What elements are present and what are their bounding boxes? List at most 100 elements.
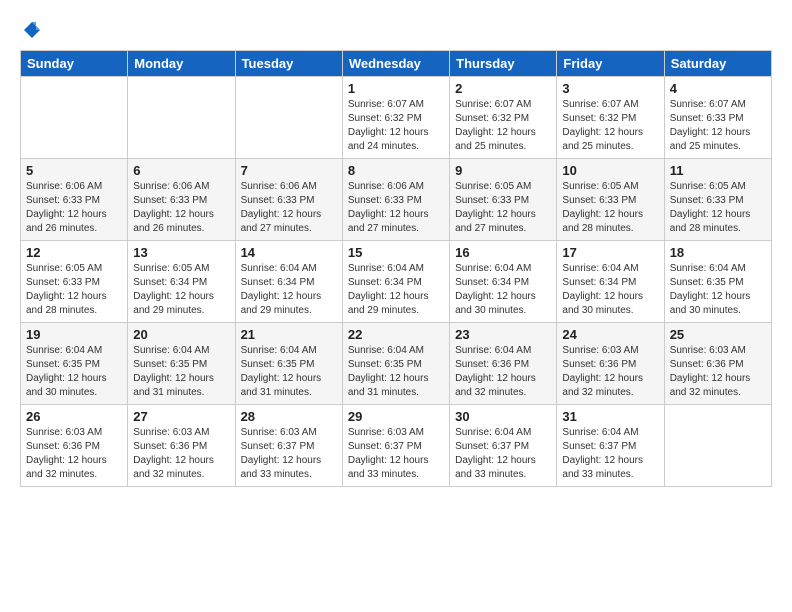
calendar-cell: 2 Sunrise: 6:07 AM Sunset: 6:32 PM Daylig… bbox=[450, 77, 557, 159]
day-info: Sunrise: 6:04 AM Sunset: 6:36 PM Dayligh… bbox=[455, 344, 551, 400]
calendar-header-monday: Monday bbox=[128, 51, 235, 77]
day-number: 19 bbox=[26, 327, 122, 342]
calendar-header-thursday: Thursday bbox=[450, 51, 557, 77]
day-number: 6 bbox=[133, 163, 229, 178]
day-info: Sunrise: 6:04 AM Sunset: 6:34 PM Dayligh… bbox=[241, 262, 337, 318]
day-info: Sunrise: 6:04 AM Sunset: 6:35 PM Dayligh… bbox=[241, 344, 337, 400]
calendar-cell: 27 Sunrise: 6:03 AM Sunset: 6:36 PM Dayli… bbox=[128, 405, 235, 487]
calendar-cell: 11 Sunrise: 6:05 AM Sunset: 6:33 PM Dayli… bbox=[664, 159, 771, 241]
day-info: Sunrise: 6:04 AM Sunset: 6:34 PM Dayligh… bbox=[562, 262, 658, 318]
calendar-cell: 21Sunrise: 6:04 AM Sunset: 6:35 PM Dayli… bbox=[235, 323, 342, 405]
day-info: Sunrise: 6:04 AM Sunset: 6:35 PM Dayligh… bbox=[670, 262, 766, 318]
day-number: 1 bbox=[348, 81, 444, 96]
calendar-header-saturday: Saturday bbox=[664, 51, 771, 77]
calendar-cell: 25 Sunrise: 6:03 AM Sunset: 6:36 PM Dayli… bbox=[664, 323, 771, 405]
calendar-cell: 4Sunrise: 6:07 AM Sunset: 6:33 PM Daylig… bbox=[664, 77, 771, 159]
day-number: 31 bbox=[562, 409, 658, 424]
calendar-cell: 7 Sunrise: 6:06 AM Sunset: 6:33 PM Daylig… bbox=[235, 159, 342, 241]
calendar-cell: 24 Sunrise: 6:03 AM Sunset: 6:36 PM Dayli… bbox=[557, 323, 664, 405]
logo-icon bbox=[22, 20, 42, 40]
day-number: 5 bbox=[26, 163, 122, 178]
calendar-cell: 10Sunrise: 6:05 AM Sunset: 6:33 PM Dayli… bbox=[557, 159, 664, 241]
calendar-cell: 1 Sunrise: 6:07 AM Sunset: 6:32 PM Daylig… bbox=[342, 77, 449, 159]
calendar-cell bbox=[128, 77, 235, 159]
day-number: 11 bbox=[670, 163, 766, 178]
calendar-cell: 13 Sunrise: 6:05 AM Sunset: 6:34 PM Dayli… bbox=[128, 241, 235, 323]
day-info: Sunrise: 6:07 AM Sunset: 6:32 PM Dayligh… bbox=[562, 98, 658, 154]
day-number: 25 bbox=[670, 327, 766, 342]
day-info: Sunrise: 6:03 AM Sunset: 6:37 PM Dayligh… bbox=[348, 426, 444, 482]
calendar-header-row: SundayMondayTuesdayWednesdayThursdayFrid… bbox=[21, 51, 772, 77]
day-info: Sunrise: 6:06 AM Sunset: 6:33 PM Dayligh… bbox=[241, 180, 337, 236]
day-info: Sunrise: 6:05 AM Sunset: 6:33 PM Dayligh… bbox=[562, 180, 658, 236]
calendar-header-tuesday: Tuesday bbox=[235, 51, 342, 77]
day-number: 14 bbox=[241, 245, 337, 260]
calendar-header-wednesday: Wednesday bbox=[342, 51, 449, 77]
day-info: Sunrise: 6:04 AM Sunset: 6:37 PM Dayligh… bbox=[562, 426, 658, 482]
calendar-cell: 8 Sunrise: 6:06 AM Sunset: 6:33 PM Daylig… bbox=[342, 159, 449, 241]
calendar-cell: 12 Sunrise: 6:05 AM Sunset: 6:33 PM Dayli… bbox=[21, 241, 128, 323]
day-number: 24 bbox=[562, 327, 658, 342]
day-info: Sunrise: 6:04 AM Sunset: 6:34 PM Dayligh… bbox=[455, 262, 551, 318]
page-header bbox=[20, 20, 772, 40]
day-info: Sunrise: 6:06 AM Sunset: 6:33 PM Dayligh… bbox=[26, 180, 122, 236]
day-number: 29 bbox=[348, 409, 444, 424]
day-info: Sunrise: 6:04 AM Sunset: 6:35 PM Dayligh… bbox=[26, 344, 122, 400]
calendar-week-row: 12 Sunrise: 6:05 AM Sunset: 6:33 PM Dayli… bbox=[21, 241, 772, 323]
day-number: 13 bbox=[133, 245, 229, 260]
day-info: Sunrise: 6:04 AM Sunset: 6:34 PM Dayligh… bbox=[348, 262, 444, 318]
day-number: 16 bbox=[455, 245, 551, 260]
day-number: 9 bbox=[455, 163, 551, 178]
day-info: Sunrise: 6:03 AM Sunset: 6:36 PM Dayligh… bbox=[26, 426, 122, 482]
day-info: Sunrise: 6:05 AM Sunset: 6:34 PM Dayligh… bbox=[133, 262, 229, 318]
day-number: 15 bbox=[348, 245, 444, 260]
calendar-cell bbox=[235, 77, 342, 159]
day-info: Sunrise: 6:05 AM Sunset: 6:33 PM Dayligh… bbox=[26, 262, 122, 318]
calendar-week-row: 19 Sunrise: 6:04 AM Sunset: 6:35 PM Dayli… bbox=[21, 323, 772, 405]
day-number: 7 bbox=[241, 163, 337, 178]
day-number: 17 bbox=[562, 245, 658, 260]
calendar-cell: 5 Sunrise: 6:06 AM Sunset: 6:33 PM Daylig… bbox=[21, 159, 128, 241]
day-info: Sunrise: 6:03 AM Sunset: 6:36 PM Dayligh… bbox=[670, 344, 766, 400]
calendar-cell: 19 Sunrise: 6:04 AM Sunset: 6:35 PM Dayli… bbox=[21, 323, 128, 405]
day-info: Sunrise: 6:03 AM Sunset: 6:36 PM Dayligh… bbox=[562, 344, 658, 400]
day-number: 23 bbox=[455, 327, 551, 342]
calendar-cell: 26 Sunrise: 6:03 AM Sunset: 6:36 PM Dayli… bbox=[21, 405, 128, 487]
day-info: Sunrise: 6:05 AM Sunset: 6:33 PM Dayligh… bbox=[455, 180, 551, 236]
calendar-cell: 6 Sunrise: 6:06 AM Sunset: 6:33 PM Daylig… bbox=[128, 159, 235, 241]
day-info: Sunrise: 6:05 AM Sunset: 6:33 PM Dayligh… bbox=[670, 180, 766, 236]
calendar-header-friday: Friday bbox=[557, 51, 664, 77]
calendar-cell: 18 Sunrise: 6:04 AM Sunset: 6:35 PM Dayli… bbox=[664, 241, 771, 323]
calendar-cell bbox=[21, 77, 128, 159]
calendar-cell: 23 Sunrise: 6:04 AM Sunset: 6:36 PM Dayli… bbox=[450, 323, 557, 405]
day-number: 22 bbox=[348, 327, 444, 342]
calendar-cell: 15 Sunrise: 6:04 AM Sunset: 6:34 PM Dayli… bbox=[342, 241, 449, 323]
calendar-cell: 3Sunrise: 6:07 AM Sunset: 6:32 PM Daylig… bbox=[557, 77, 664, 159]
day-info: Sunrise: 6:04 AM Sunset: 6:35 PM Dayligh… bbox=[133, 344, 229, 400]
day-info: Sunrise: 6:06 AM Sunset: 6:33 PM Dayligh… bbox=[348, 180, 444, 236]
day-info: Sunrise: 6:06 AM Sunset: 6:33 PM Dayligh… bbox=[133, 180, 229, 236]
calendar-cell: 31 Sunrise: 6:04 AM Sunset: 6:37 PM Dayli… bbox=[557, 405, 664, 487]
day-info: Sunrise: 6:03 AM Sunset: 6:36 PM Dayligh… bbox=[133, 426, 229, 482]
calendar-cell: 20Sunrise: 6:04 AM Sunset: 6:35 PM Dayli… bbox=[128, 323, 235, 405]
day-info: Sunrise: 6:04 AM Sunset: 6:35 PM Dayligh… bbox=[348, 344, 444, 400]
day-info: Sunrise: 6:07 AM Sunset: 6:32 PM Dayligh… bbox=[348, 98, 444, 154]
day-number: 8 bbox=[348, 163, 444, 178]
day-number: 12 bbox=[26, 245, 122, 260]
day-number: 18 bbox=[670, 245, 766, 260]
calendar-cell: 14 Sunrise: 6:04 AM Sunset: 6:34 PM Dayli… bbox=[235, 241, 342, 323]
calendar-cell: 17 Sunrise: 6:04 AM Sunset: 6:34 PM Dayli… bbox=[557, 241, 664, 323]
calendar-cell bbox=[664, 405, 771, 487]
calendar-cell: 28 Sunrise: 6:03 AM Sunset: 6:37 PM Dayli… bbox=[235, 405, 342, 487]
day-number: 4 bbox=[670, 81, 766, 96]
day-number: 28 bbox=[241, 409, 337, 424]
day-number: 26 bbox=[26, 409, 122, 424]
day-number: 2 bbox=[455, 81, 551, 96]
calendar-cell: 16 Sunrise: 6:04 AM Sunset: 6:34 PM Dayli… bbox=[450, 241, 557, 323]
calendar-cell: 9 Sunrise: 6:05 AM Sunset: 6:33 PM Daylig… bbox=[450, 159, 557, 241]
calendar-week-row: 5 Sunrise: 6:06 AM Sunset: 6:33 PM Daylig… bbox=[21, 159, 772, 241]
day-info: Sunrise: 6:03 AM Sunset: 6:37 PM Dayligh… bbox=[241, 426, 337, 482]
calendar-header-sunday: Sunday bbox=[21, 51, 128, 77]
day-number: 27 bbox=[133, 409, 229, 424]
day-info: Sunrise: 6:07 AM Sunset: 6:32 PM Dayligh… bbox=[455, 98, 551, 154]
